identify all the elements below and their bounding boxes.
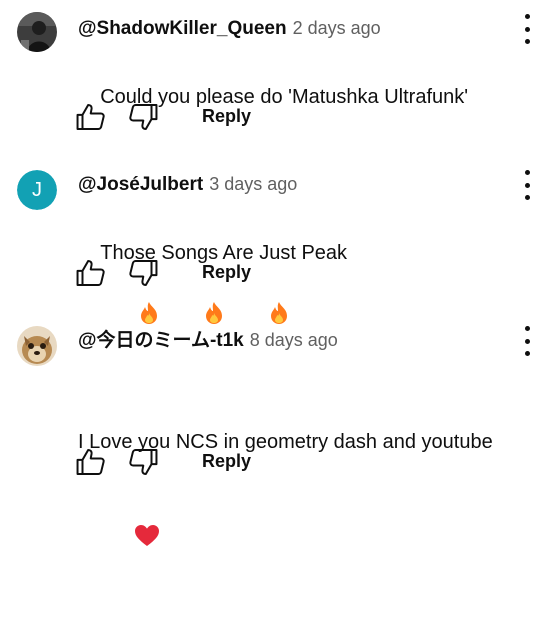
dot-icon [524, 351, 530, 356]
comment-timestamp[interactable]: 8 days ago [250, 330, 338, 350]
thumbs-up-icon [76, 448, 105, 476]
dot-icon [524, 170, 530, 175]
avatar[interactable] [17, 12, 57, 52]
comment-header: @ShadowKiller_Queen 2 days ago [78, 16, 381, 41]
dislike-button[interactable] [126, 445, 160, 479]
red-heart-icon [100, 492, 159, 590]
dislike-button[interactable] [126, 256, 160, 290]
thumbs-down-icon [129, 448, 158, 476]
avatar[interactable] [17, 326, 57, 366]
dot-icon [524, 14, 530, 19]
dot-icon [524, 39, 530, 44]
dot-icon [524, 195, 530, 200]
comment-actions: Reply [74, 256, 274, 290]
more-options-button[interactable] [517, 170, 537, 200]
like-button[interactable] [74, 100, 108, 134]
dog-photo-avatar-icon [17, 326, 57, 366]
avatar[interactable]: J [17, 170, 57, 210]
reply-button[interactable]: Reply [202, 106, 251, 127]
more-options-button[interactable] [517, 14, 537, 44]
comment-actions: Reply [74, 100, 274, 134]
comment-actions: Reply [74, 445, 274, 479]
comment-text: I Love you NCS in geometry dash and yout… [78, 362, 550, 622]
dot-icon [524, 326, 530, 331]
comment-author[interactable]: @今日のミーム-t1k [78, 330, 244, 351]
like-button[interactable] [74, 445, 108, 479]
dot-icon [524, 26, 530, 32]
comment-timestamp[interactable]: 3 days ago [209, 174, 297, 194]
dark-photo-avatar-icon [17, 12, 57, 52]
reply-button[interactable]: Reply [202, 262, 251, 283]
dot-icon [524, 182, 530, 188]
avatar-initial: J [32, 178, 42, 201]
avatar-letter: J [17, 170, 57, 210]
comment-header: @JoséJulbert 3 days ago [78, 172, 297, 197]
comment-author[interactable]: @ShadowKiller_Queen [78, 18, 287, 39]
thumbs-up-icon [76, 259, 105, 287]
reply-button[interactable]: Reply [202, 451, 251, 472]
thumbs-up-icon [76, 103, 105, 131]
dislike-button[interactable] [126, 100, 160, 134]
comment-header: @今日のミーム-t1k 8 days ago [78, 328, 338, 353]
more-options-button[interactable] [517, 326, 537, 356]
thumbs-down-icon [129, 103, 158, 131]
dot-icon [524, 338, 530, 344]
thumbs-down-icon [129, 259, 158, 287]
like-button[interactable] [74, 256, 108, 290]
comment-author[interactable]: @JoséJulbert [78, 174, 203, 195]
comment-timestamp[interactable]: 2 days ago [293, 18, 381, 38]
